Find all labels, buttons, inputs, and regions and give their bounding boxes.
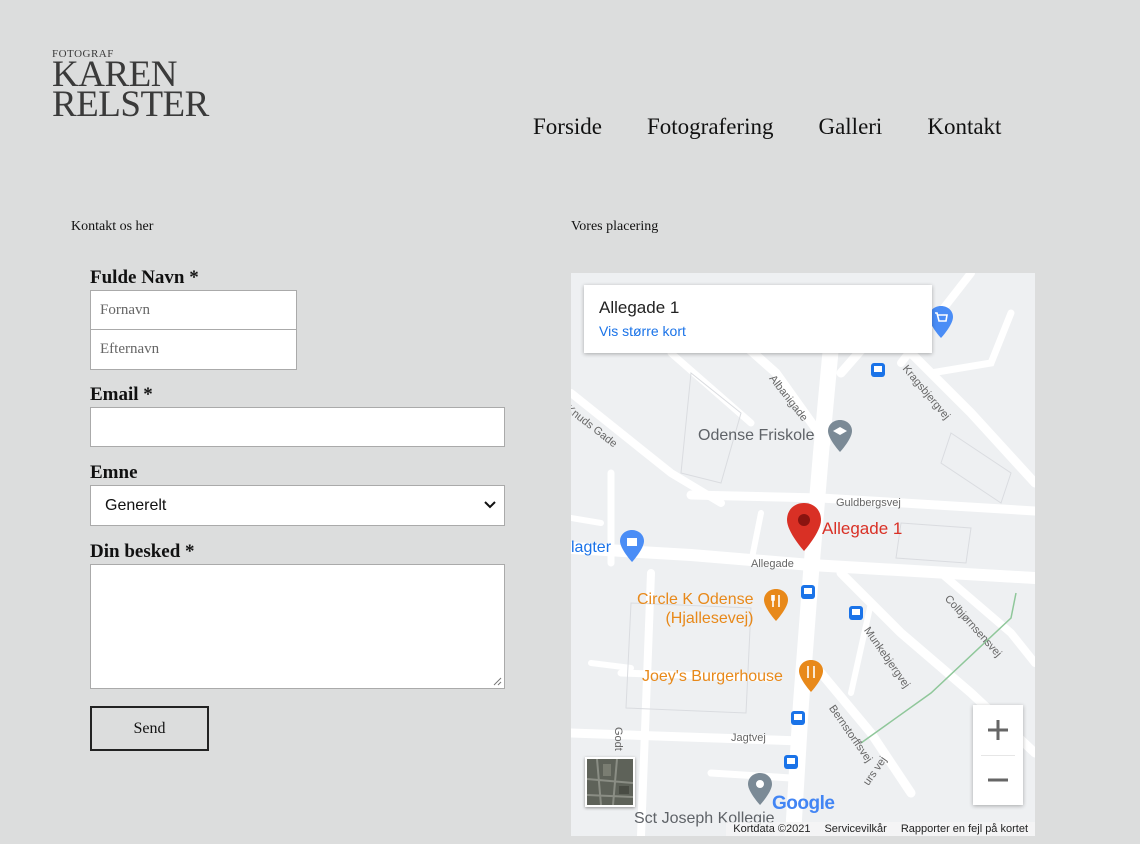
view-larger-map-link[interactable]: Vis større kort <box>599 323 686 339</box>
place-joeys-burgerhouse[interactable]: Joey's Burgerhouse <box>642 668 783 686</box>
street-allegade: Allegade <box>751 558 794 570</box>
zoom-in-button[interactable] <box>973 705 1023 755</box>
message-label: Din besked * <box>90 541 195 562</box>
street-guldbergsvej: Guldbergsvej <box>836 497 901 509</box>
firstname-field[interactable] <box>90 290 297 330</box>
street-jagtvej: Jagtvej <box>731 732 766 744</box>
zoom-out-button[interactable] <box>973 755 1023 805</box>
chevron-down-icon <box>484 501 496 509</box>
contact-form: Fulde Navn * Email * Emne Generelt Din b… <box>90 266 505 751</box>
place-odense-friskole[interactable]: Odense Friskole <box>698 427 815 445</box>
bus-stop-icon[interactable] <box>801 585 815 599</box>
subject-select[interactable]: Generelt <box>90 485 505 526</box>
nav-kontakt[interactable]: Kontakt <box>927 114 1001 140</box>
map-data-credit: Kortdata ©2021 <box>733 823 811 835</box>
restaurant-marker-icon[interactable] <box>764 589 788 621</box>
shopping-marker-icon[interactable] <box>620 530 644 562</box>
main-nav: Forside Fotografering Galleri Kontakt <box>533 114 1001 140</box>
map-card-title: Allegade 1 <box>599 298 680 317</box>
message-field[interactable] <box>90 564 505 689</box>
map-info-card: Allegade 1 Vis større kort <box>584 285 932 353</box>
place-circle-k-street: (Hjallesevej) <box>665 610 754 627</box>
zoom-controls <box>973 705 1023 805</box>
map-footer: Kortdata ©2021 Servicevilkår Rapporter e… <box>726 822 1035 836</box>
place-lagter[interactable]: lagter <box>571 539 611 557</box>
satellite-thumbnail-icon <box>587 759 633 805</box>
send-button[interactable]: Send <box>90 706 209 751</box>
location-pin-icon[interactable] <box>787 503 821 551</box>
nav-forside[interactable]: Forside <box>533 114 602 140</box>
resize-grip-icon[interactable] <box>492 676 502 686</box>
school-marker-icon[interactable] <box>828 420 852 452</box>
place-marker-icon[interactable] <box>748 773 772 805</box>
location-heading: Vores placering <box>571 219 659 234</box>
bus-stop-icon[interactable] <box>791 711 805 725</box>
subject-label: Emne <box>90 462 138 483</box>
bus-stop-icon[interactable] <box>784 755 798 769</box>
shopping-cart-marker-icon[interactable] <box>929 306 953 338</box>
minus-icon <box>988 778 1008 782</box>
contact-heading: Kontakt os her <box>71 219 154 234</box>
nav-galleri[interactable]: Galleri <box>818 114 882 140</box>
bus-stop-icon[interactable] <box>849 606 863 620</box>
location-map[interactable]: Albanigade Kragsbjergvej Knuds Gade Guld… <box>571 273 1035 836</box>
logo-name-line2: RELSTER <box>52 84 209 125</box>
pin-label: Allegade 1 <box>822 519 903 538</box>
email-field[interactable] <box>90 407 505 447</box>
nav-fotografering[interactable]: Fotografering <box>647 114 773 140</box>
bus-stop-icon[interactable] <box>871 363 885 377</box>
lastname-field[interactable] <box>90 330 297 370</box>
terms-link[interactable]: Servicevilkår <box>824 823 886 835</box>
name-label: Fulde Navn * <box>90 267 199 288</box>
place-circle-k[interactable]: Circle K Odense (Hjallesevej) <box>637 590 754 628</box>
street-godt: Godt <box>612 727 624 751</box>
google-logo: Google <box>772 793 835 815</box>
restaurant-marker-icon[interactable] <box>799 660 823 692</box>
site-logo[interactable]: FOTOGRAF KAREN RELSTER <box>52 48 209 125</box>
subject-value: Generelt <box>105 497 167 514</box>
google-logo-text: Google <box>772 793 835 814</box>
email-label: Email * <box>90 384 153 405</box>
satellite-toggle-button[interactable] <box>585 757 635 807</box>
plus-icon <box>988 720 1008 740</box>
report-error-link[interactable]: Rapporter en fejl på kortet <box>901 823 1028 835</box>
place-circle-k-name: Circle K Odense <box>637 591 754 608</box>
